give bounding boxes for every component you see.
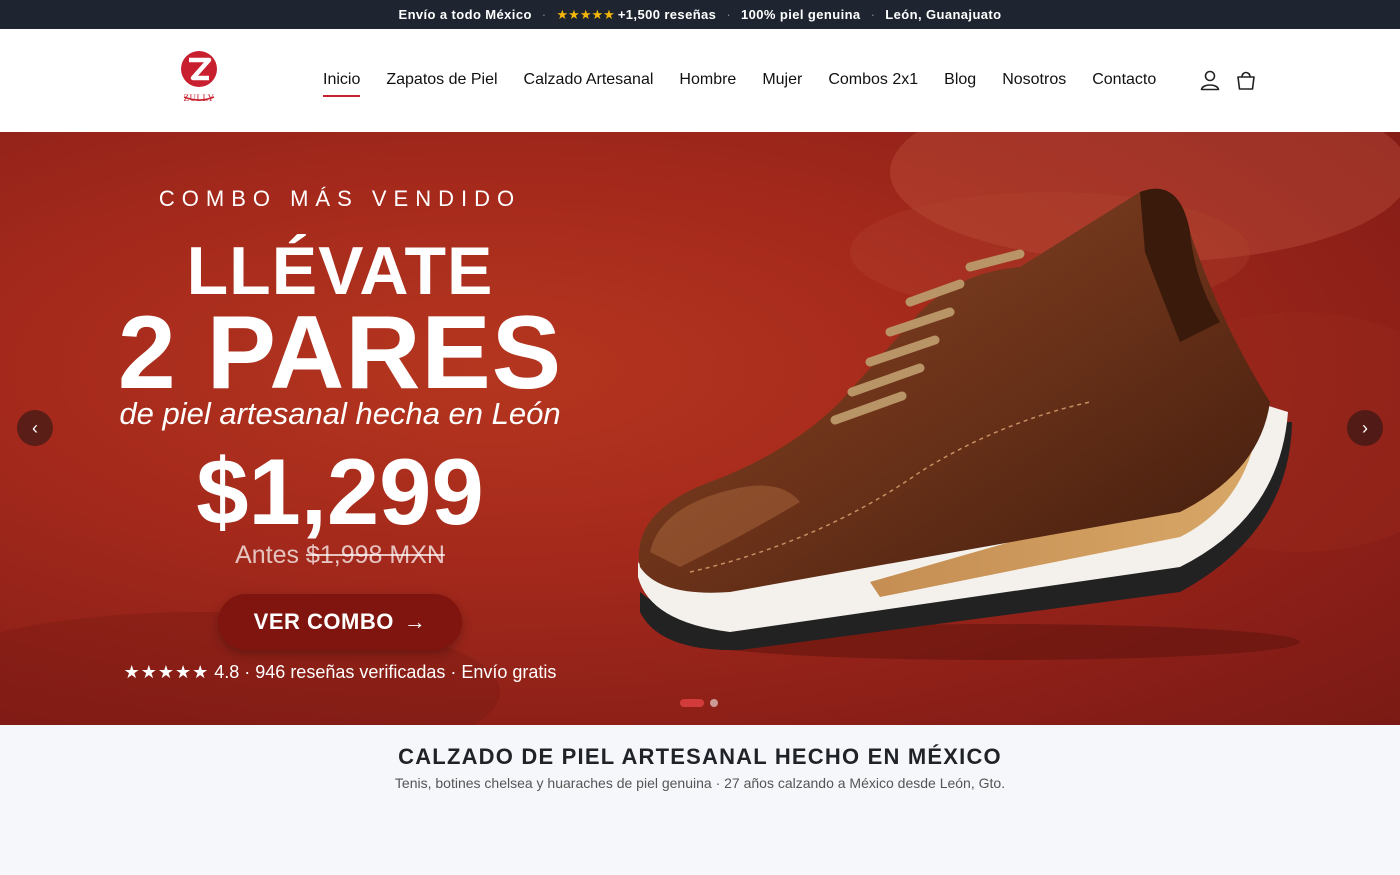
section-title: CALZADO DE PIEL ARTESANAL HECHO EN MÉXIC…	[398, 744, 1002, 769]
nav-mujer[interactable]: Mujer	[762, 71, 802, 89]
before-label: Antes	[235, 541, 299, 569]
user-icon[interactable]	[1199, 69, 1221, 91]
shopping-bag-icon[interactable]	[1235, 69, 1257, 91]
nav-blog[interactable]: Blog	[944, 71, 976, 89]
carousel-prev-button[interactable]: ‹	[17, 410, 53, 446]
before-price: $1,998 MXN	[305, 541, 445, 569]
hero-eyebrow: COMBO MÁS VENDIDO	[158, 186, 522, 211]
nav-contacto[interactable]: Contacto	[1092, 71, 1156, 89]
hero-subheadline: de piel artesanal hecha en León	[119, 396, 561, 431]
carousel-dots	[680, 699, 718, 707]
brand-name: ZULLY	[183, 93, 215, 103]
nav-inicio[interactable]: Inicio	[323, 71, 361, 97]
brown-leather-sneaker-image	[638, 188, 1300, 660]
leather-text: 100% piel genuina	[741, 7, 861, 22]
nav-zapatos-de-piel[interactable]: Zapatos de Piel	[386, 71, 497, 89]
hero-original-price: Antes $1,998 MXN	[0, 541, 680, 570]
announcement-bar: Envío a todo México · ★★★★★ +1,500 reseñ…	[0, 0, 1400, 29]
nav-combos-2x1[interactable]: Combos 2x1	[828, 71, 918, 89]
rating-stars: ★★★★★	[556, 6, 615, 22]
arrow-right-icon: →	[403, 609, 427, 634]
separator: ·	[726, 7, 732, 22]
cta-label: VER COMBO	[253, 609, 394, 634]
separator: ·	[541, 7, 547, 22]
reviews-text: +1,500 reseñas	[617, 7, 717, 22]
carousel-dot-1[interactable]	[680, 699, 704, 707]
hero-carousel: COMBO MÁS VENDIDO LLÉVATE 2 PARES de pie…	[0, 132, 1400, 725]
rating-stars: ★★★★★	[123, 662, 210, 682]
carousel-dot-2[interactable]	[710, 699, 718, 707]
site-header: ZULLY Inicio Zapatos de Piel Calzado Art…	[0, 29, 1400, 132]
carousel-next-button[interactable]: ›	[1347, 410, 1383, 446]
section-subtitle: Tenis, botines chelsea y huaraches de pi…	[394, 775, 1006, 791]
ver-combo-button[interactable]: VER COMBO →	[218, 594, 462, 650]
hero-rating: ★★★★★ 4.8 · 946 reseñas verificadas · En…	[0, 662, 680, 683]
rating-text: 4.8 · 946 reseñas verificadas · Envío gr…	[214, 662, 557, 682]
location-text: León, Guanajuato	[885, 7, 1002, 22]
nav-hombre[interactable]: Hombre	[679, 71, 736, 89]
separator: ·	[870, 7, 876, 22]
main-nav: Inicio Zapatos de Piel Calzado Artesanal…	[323, 71, 1182, 97]
shipping-text: Envío a todo México	[398, 7, 532, 22]
hero-price: $1,299	[196, 439, 484, 544]
nav-nosotros[interactable]: Nosotros	[1002, 71, 1066, 89]
nav-calzado-artesanal[interactable]: Calzado Artesanal	[524, 71, 654, 89]
